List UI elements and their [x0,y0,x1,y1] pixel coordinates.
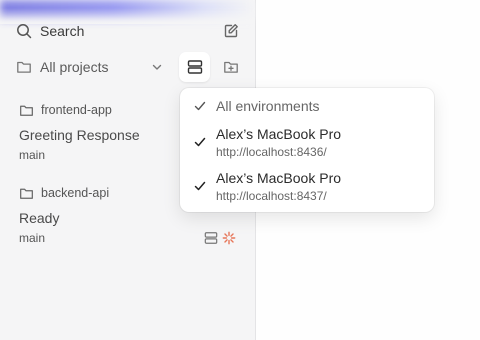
menu-item-environment[interactable]: Alex’s MacBook Pro http://localhost:8437… [180,168,434,212]
environments-icon [187,59,203,75]
thread-title[interactable]: Greeting Response [19,127,140,143]
project-filter-label: All projects [40,59,109,75]
project-filter-dropdown[interactable]: All projects [16,57,108,77]
menu-item-title: Alex’s MacBook Pro [216,170,342,186]
menu-item-url: http://localhost:8437/ [216,189,327,203]
folder-icon [19,103,34,118]
folder-plus-icon[interactable] [221,57,241,77]
check-icon [193,99,207,113]
project-name: backend-api [41,186,110,200]
menu-item-all-environments[interactable]: All environments [180,88,434,124]
menu-item-url: http://localhost:8436/ [216,145,327,159]
menu-item-title: All environments [216,98,320,114]
spinner-sparkle-icon [222,231,236,245]
check-icon [193,179,207,193]
project-folder[interactable]: frontend-app [19,101,112,119]
environment-menu: All environments Alex’s MacBook Pro http… [180,88,434,212]
menu-item-title: Alex’s MacBook Pro [216,126,342,142]
project-folder[interactable]: backend-api [19,184,109,202]
thread-status [204,229,236,247]
environment-filter-button[interactable] [179,52,210,82]
search-button[interactable]: Search [16,21,84,41]
folder-icon [16,59,32,75]
project-name: frontend-app [41,103,112,117]
compose-icon[interactable] [221,21,241,41]
check-icon [193,135,207,149]
chevron-down-icon[interactable] [148,58,166,76]
thread-branch: main [19,148,46,162]
thread-branch: main [19,231,46,245]
search-icon [16,23,32,39]
search-label: Search [40,23,85,39]
environments-icon [204,231,218,245]
folder-icon [19,186,34,201]
menu-item-environment[interactable]: Alex’s MacBook Pro http://localhost:8436… [180,124,434,168]
thread-title[interactable]: Ready [19,210,59,226]
